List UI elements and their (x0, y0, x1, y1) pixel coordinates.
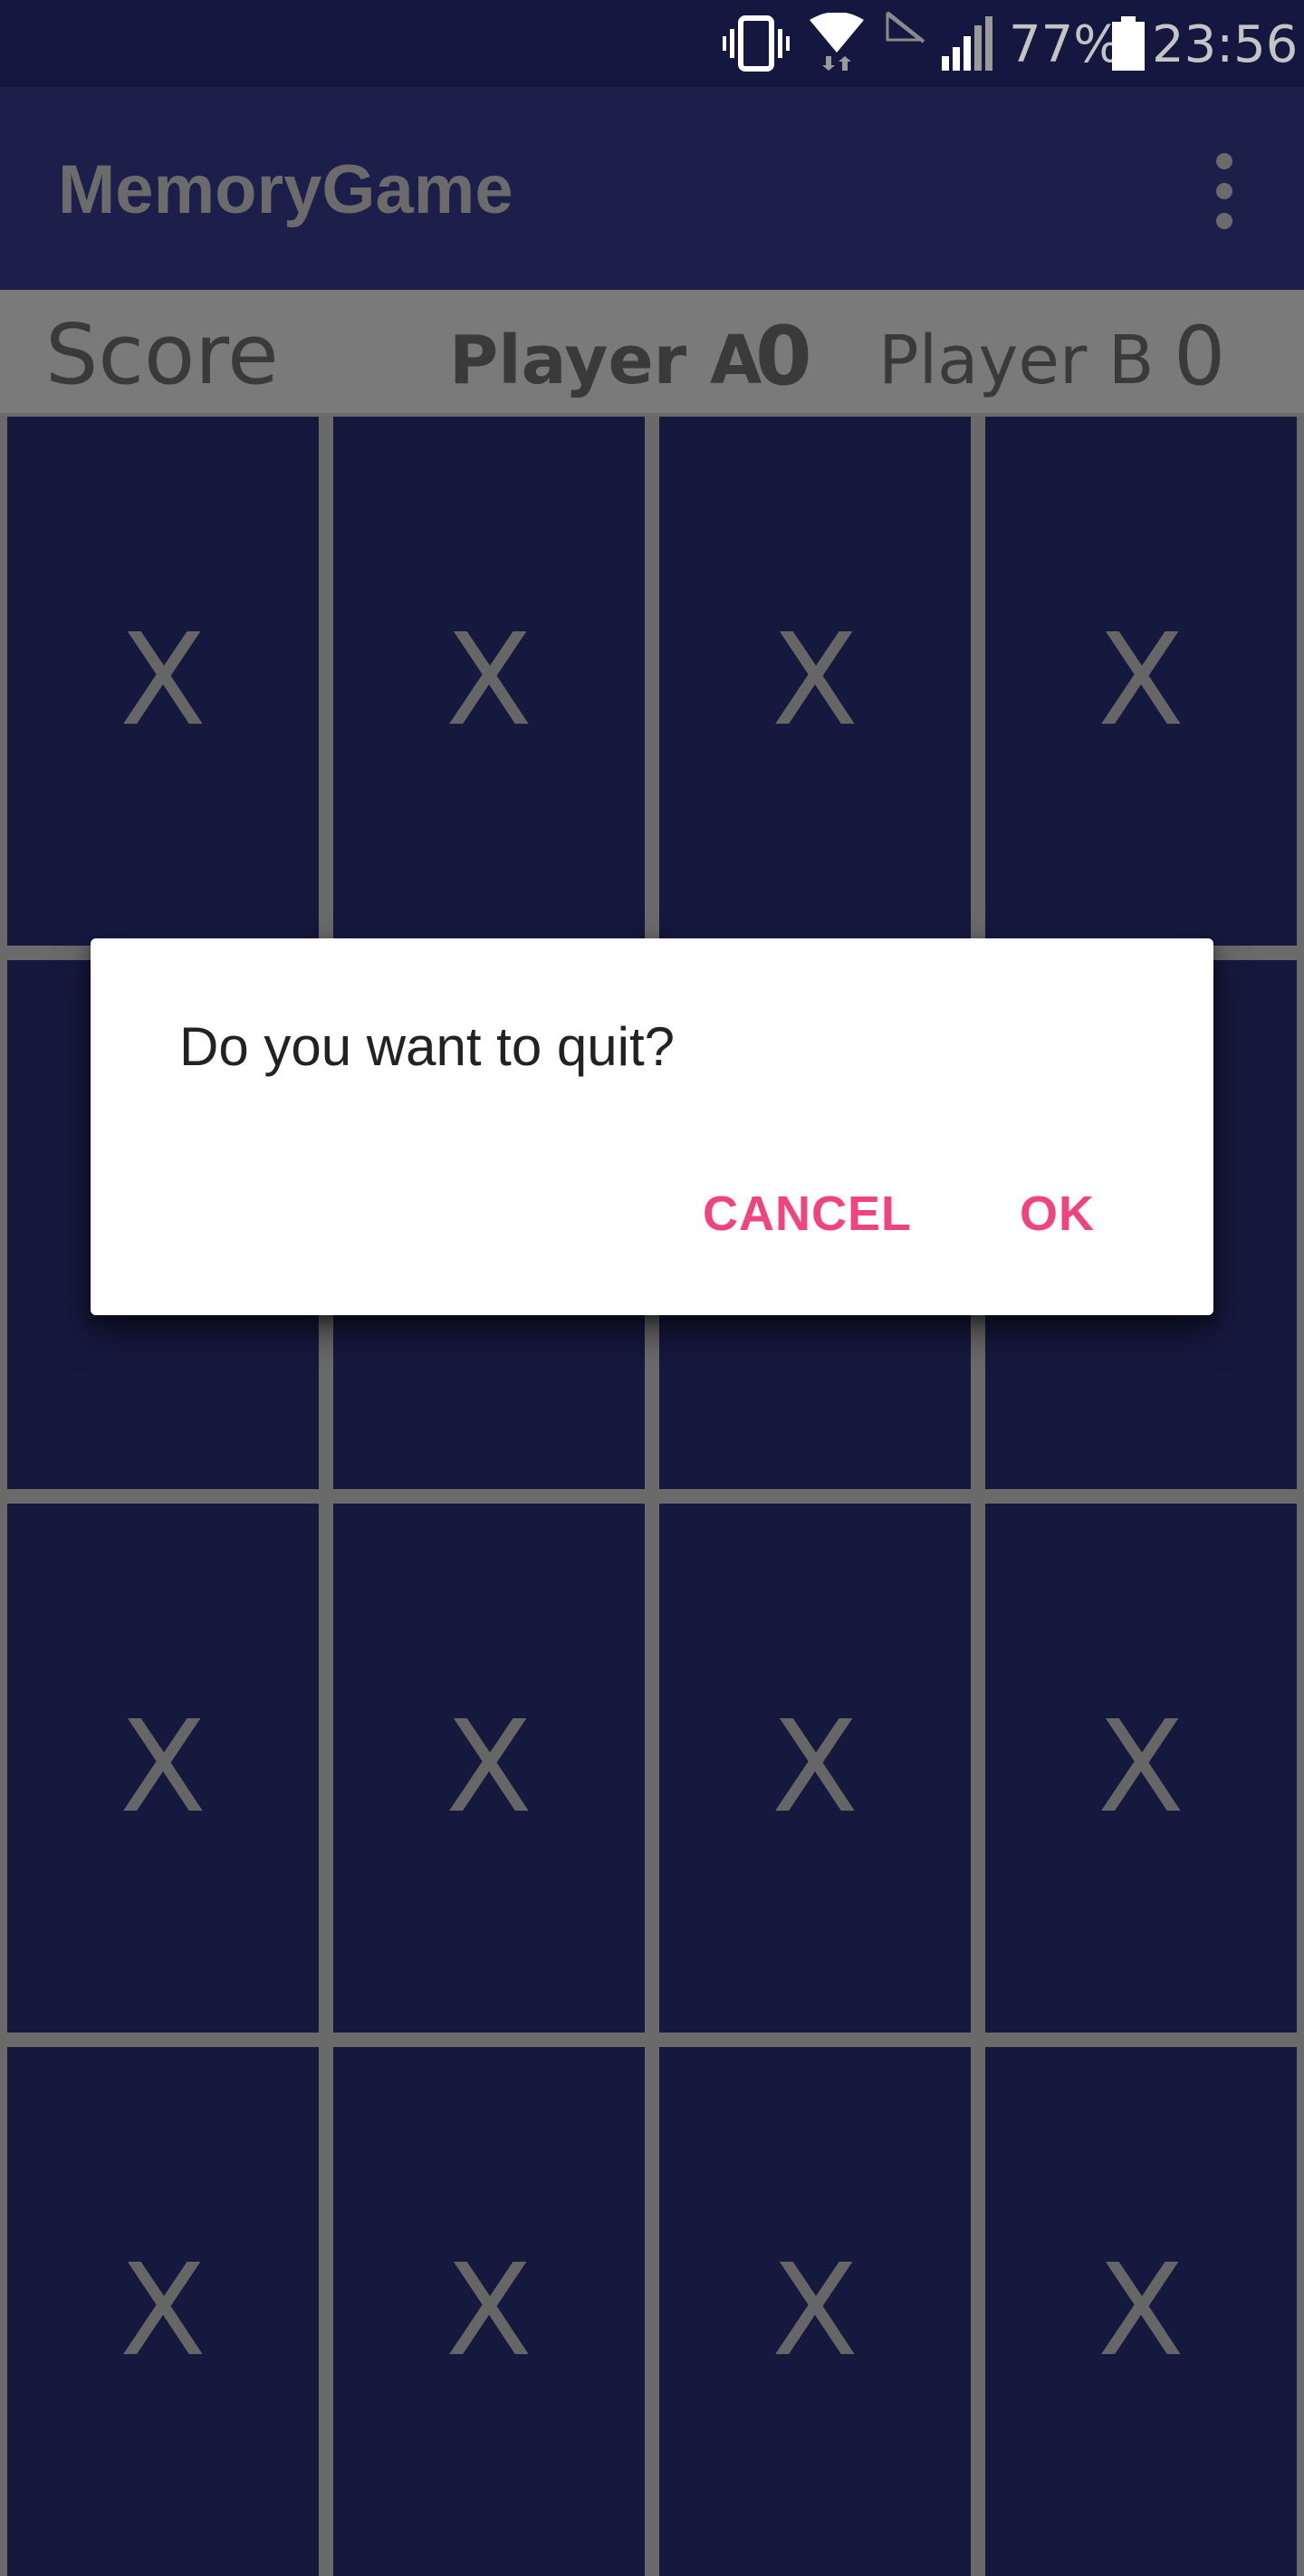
wifi-icon (810, 13, 864, 71)
card-face-label: X (772, 607, 858, 755)
card-face-label: X (446, 607, 532, 755)
memory-card[interactable]: X (659, 1504, 971, 2033)
memory-card[interactable]: X (333, 2047, 645, 2576)
status-bar: 77% 23:56 (0, 0, 1304, 87)
score-label: Score (45, 306, 279, 403)
memory-card[interactable]: X (985, 1504, 1297, 2033)
battery-percent: 77% (1009, 15, 1122, 74)
card-face-label: X (120, 607, 206, 755)
card-face-label: X (772, 2237, 858, 2385)
memory-card[interactable]: X (333, 1504, 645, 2033)
card-face-label: X (120, 1694, 206, 1841)
memory-card[interactable]: X (7, 417, 319, 946)
ok-button[interactable]: OK (1005, 1181, 1109, 1246)
memory-card[interactable]: X (659, 2047, 971, 2576)
card-face-label: X (446, 2237, 532, 2385)
cell-signal-icon (942, 16, 992, 71)
dialog-message: Do you want to quit? (179, 1016, 676, 1077)
card-face-label: X (446, 1694, 532, 1841)
card-face-label: X (1098, 607, 1184, 755)
player-a-name: Player A (449, 322, 762, 399)
score-bar: Score Player A 0 Player B 0 (0, 290, 1304, 413)
card-face-label: X (1098, 1694, 1184, 1841)
vibrate-icon (723, 15, 790, 72)
clock: 23:56 (1152, 15, 1299, 74)
more-vert-icon[interactable] (1195, 150, 1253, 232)
card-face-label: X (1098, 2237, 1184, 2385)
player-a-score: 0 (755, 309, 812, 404)
memory-card[interactable]: X (985, 2047, 1297, 2576)
player-b-score: 0 (1174, 309, 1226, 404)
card-face-label: X (772, 1694, 858, 1841)
no-sim-icon (886, 11, 925, 43)
card-face-label: X (120, 2237, 206, 2385)
memory-card[interactable]: X (333, 417, 645, 946)
app-bar: MemoryGame (0, 87, 1304, 290)
battery-icon (1112, 16, 1145, 71)
cancel-button[interactable]: CANCEL (688, 1181, 926, 1246)
memory-card[interactable]: X (7, 2047, 319, 2576)
player-b-name: Player B (878, 322, 1155, 399)
memory-card[interactable]: X (7, 1504, 319, 2033)
memory-card[interactable]: X (985, 417, 1297, 946)
app-title: MemoryGame (58, 151, 513, 228)
quit-dialog: Do you want to quit? CANCEL OK (91, 938, 1213, 1315)
memory-card[interactable]: X (659, 417, 971, 946)
